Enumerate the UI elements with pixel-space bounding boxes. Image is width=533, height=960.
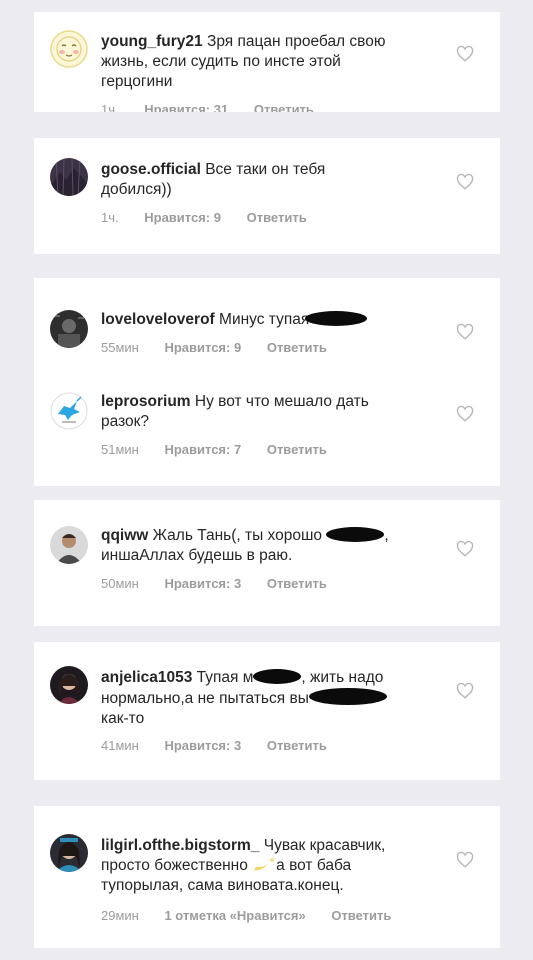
avatar[interactable] xyxy=(50,158,88,196)
comment-text: Все таки он тебя xyxy=(205,161,326,178)
reply-button[interactable]: Ответить xyxy=(254,102,314,112)
like-heart-icon[interactable] xyxy=(456,323,474,341)
comment-meta: 50мин Нравится: 3 Ответить xyxy=(101,576,349,591)
comment-body: loveloveloverof Минус тупая xyxy=(101,310,431,330)
unicorn-logo-icon xyxy=(50,392,88,430)
reply-button[interactable]: Ответить xyxy=(247,210,307,225)
comment-meta: 51мин Нравится: 7 Ответить xyxy=(101,442,349,457)
comment-body: qqiww Жаль Тань(, ты хорошо , иншаАллах … xyxy=(101,526,431,566)
comment-card: young_fury21 Зря пацан проебал свою жизн… xyxy=(34,12,500,112)
username[interactable]: qqiww xyxy=(101,527,148,544)
comment-text: Зря пацан проебал свою xyxy=(206,33,386,50)
timestamp: 50мин xyxy=(101,576,139,591)
username[interactable]: anjelica1053 xyxy=(101,669,192,686)
likes-count[interactable]: Нравится: 9 xyxy=(164,340,241,355)
comment-card: goose.official Все таки он тебя добился)… xyxy=(34,138,500,254)
comment-meta: 1ч. Нравится: 9 Ответить xyxy=(101,210,329,225)
comment-meta: 41мин Нравится: 3 Ответить xyxy=(101,738,349,753)
comment-text: как-то xyxy=(101,710,145,727)
comment-text: Чувак красавчик, xyxy=(263,837,386,854)
timestamp: 41мин xyxy=(101,738,139,753)
avatar[interactable] xyxy=(50,666,88,704)
comment-body: young_fury21 Зря пацан проебал свою жизн… xyxy=(101,32,431,92)
redaction-mark xyxy=(253,669,302,684)
redaction-mark xyxy=(326,527,385,542)
comment-text: а вот баба xyxy=(276,857,352,874)
like-heart-icon[interactable] xyxy=(456,682,474,700)
photo-avatar xyxy=(50,834,88,872)
comment-card: lilgirl.ofthe.bigstorm_ Чувак красавчик,… xyxy=(34,806,500,948)
comment-text: нормально,а не пытаться вы xyxy=(101,690,309,707)
comment-text: Минус тупая xyxy=(219,311,310,328)
avatar[interactable] xyxy=(50,834,88,872)
like-heart-icon[interactable] xyxy=(456,540,474,558)
avatar[interactable] xyxy=(50,310,88,348)
photo-avatar xyxy=(50,666,88,704)
sparkle-emoji-icon xyxy=(252,856,276,874)
redaction-mark xyxy=(305,311,368,326)
like-heart-icon[interactable] xyxy=(456,45,474,63)
comment-text: просто божественно xyxy=(101,857,248,874)
blushing-face-icon xyxy=(50,30,88,68)
comment-card: anjelica1053 Тупая м , жить надо нормальн… xyxy=(34,642,500,780)
likes-count[interactable]: Нравится: 31 xyxy=(144,102,228,112)
comment-body: lilgirl.ofthe.bigstorm_ Чувак красавчик,… xyxy=(101,836,431,896)
likes-count[interactable]: Нравится: 3 xyxy=(164,576,241,591)
comment-text: Ну вот что мешало дать xyxy=(194,393,369,410)
photo-avatar xyxy=(50,526,88,564)
username[interactable]: goose.official xyxy=(101,161,201,178)
timestamp: 1ч. xyxy=(101,210,119,225)
timestamp: 55мин xyxy=(101,340,139,355)
comment-text: Тупая м xyxy=(196,669,254,686)
likes-count[interactable]: 1 отметка «Нравится» xyxy=(164,908,305,923)
avatar[interactable] xyxy=(50,30,88,68)
username[interactable]: young_fury21 xyxy=(101,33,203,50)
username[interactable]: loveloveloverof xyxy=(101,311,215,328)
comment-card: loveloveloverof Минус тупая 55мин Нравит… xyxy=(34,278,500,486)
redaction-mark xyxy=(308,688,387,705)
likes-count[interactable]: Нравится: 3 xyxy=(164,738,241,753)
timestamp: 51мин xyxy=(101,442,139,457)
like-heart-icon[interactable] xyxy=(456,173,474,191)
username[interactable]: leprosorium xyxy=(101,393,191,410)
comment-body: goose.official Все таки он тебя добился)… xyxy=(101,160,431,200)
likes-count[interactable]: Нравится: 9 xyxy=(144,210,221,225)
comment-text: герцогини xyxy=(101,73,173,90)
likes-count[interactable]: Нравится: 7 xyxy=(164,442,241,457)
comment-text: иншаАллах будешь в раю. xyxy=(101,547,293,564)
reply-button[interactable]: Ответить xyxy=(331,908,391,923)
comment-text: добился)) xyxy=(101,181,172,198)
comment-meta: 1ч. Нравится: 31 Ответить xyxy=(101,102,336,112)
like-heart-icon[interactable] xyxy=(456,405,474,423)
comment-text: Жаль Тань(, ты хорошо xyxy=(152,527,323,544)
comment-meta: 29мин 1 отметка «Нравится» Ответить xyxy=(101,908,413,923)
comment-meta: 55мин Нравится: 9 Ответить xyxy=(101,340,349,355)
avatar[interactable] xyxy=(50,526,88,564)
comment-text: жизнь, если судить по инсте этой xyxy=(101,53,341,70)
reply-button[interactable]: Ответить xyxy=(267,340,327,355)
avatar[interactable] xyxy=(50,392,88,430)
comment-body: anjelica1053 Тупая м , жить надо нормальн… xyxy=(101,668,431,729)
username[interactable]: lilgirl.ofthe.bigstorm_ xyxy=(101,837,259,854)
photo-avatar xyxy=(50,310,88,348)
reply-button[interactable]: Ответить xyxy=(267,576,327,591)
timestamp: 29мин xyxy=(101,908,139,923)
like-heart-icon[interactable] xyxy=(456,851,474,869)
comment-card: qqiww Жаль Тань(, ты хорошо , иншаАллах … xyxy=(34,500,500,626)
comment-text: , жить надо xyxy=(301,669,384,686)
comment-text: тупорылая, сама виновата.конец. xyxy=(101,877,344,894)
comment-body: leprosorium Ну вот что мешало дать разок… xyxy=(101,392,431,432)
comment-text: , xyxy=(384,527,389,544)
comment-text: разок? xyxy=(101,413,150,430)
reply-button[interactable]: Ответить xyxy=(267,442,327,457)
reply-button[interactable]: Ответить xyxy=(267,738,327,753)
photo-avatar xyxy=(50,158,88,196)
timestamp: 1ч. xyxy=(101,102,119,112)
